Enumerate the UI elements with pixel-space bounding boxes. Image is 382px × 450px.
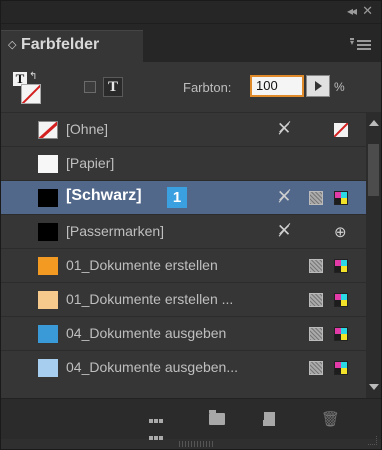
- process-color-icon: [309, 293, 323, 307]
- scroll-down-icon[interactable]: [369, 384, 379, 390]
- list-item[interactable]: [Passermarken] ✕̸ ⊕: [1, 214, 366, 248]
- swatch-name: [Schwarz]: [66, 187, 142, 204]
- list-item[interactable]: 01_Dokumente erstellen: [1, 248, 366, 282]
- swatch-chip: [38, 291, 58, 309]
- swatch-chip: [38, 257, 58, 275]
- panel-menu-icon[interactable]: ▾: [350, 38, 371, 50]
- tint-label: Farbton:: [183, 80, 232, 95]
- panel-tab-row: ◇ Farbfelder ▾: [1, 24, 381, 62]
- swatch-name: 01_Dokumente erstellen: [66, 257, 218, 273]
- formatting-text-button[interactable]: T: [103, 77, 123, 97]
- fill-stroke-selector[interactable]: T ↰: [13, 71, 41, 104]
- process-color-icon: [309, 361, 323, 375]
- cmyk-mode-icon: [334, 361, 348, 375]
- swatch-name: [Papier]: [66, 155, 115, 171]
- color-mode-none-icon: [334, 123, 348, 137]
- cmyk-mode-icon: [334, 293, 348, 307]
- close-panel-icon[interactable]: ✕: [362, 3, 373, 19]
- swatch-list: [Ohne] ✕̸ [Papier] [Schwarz] 1 ✕̸ [Passe…: [1, 112, 366, 398]
- list-item[interactable]: [Papier]: [1, 146, 366, 180]
- non-editable-icon: ✕̸: [277, 119, 292, 138]
- list-item[interactable]: 04_Dokumente ausgeben...: [1, 350, 366, 384]
- swatch-name: 04_Dokumente ausgeben...: [66, 359, 239, 375]
- swatch-none-icon: [38, 121, 58, 139]
- swatch-name: [Passermarken]: [66, 223, 165, 239]
- swatch-toolbar: T ↰ T Farbton: 100 %: [1, 62, 381, 112]
- list-scrollbar[interactable]: [366, 112, 381, 398]
- panel-titlebar: ◂◂ ✕: [1, 1, 381, 24]
- non-editable-icon: ✕̸: [277, 221, 292, 240]
- cmyk-mode-icon: [334, 191, 348, 205]
- process-color-icon: [309, 191, 323, 205]
- panel-resize-grip[interactable]: [179, 441, 215, 447]
- list-item[interactable]: 04_Dokumente ausgeben: [1, 316, 366, 350]
- process-color-icon: [309, 259, 323, 273]
- tab-farbfelder[interactable]: ◇ Farbfelder: [1, 30, 143, 62]
- swatch-name: 04_Dokumente ausgeben: [66, 325, 227, 341]
- show-swatch-kinds-icon[interactable]: [149, 411, 165, 440]
- resize-corner-icon[interactable]: [368, 436, 377, 445]
- stroke-none-icon[interactable]: [21, 84, 41, 104]
- swatch-chip: [38, 189, 58, 207]
- registration-icon: ⊕: [334, 224, 347, 241]
- swatch-chip: [38, 359, 58, 377]
- list-item[interactable]: [Ohne] ✕̸: [1, 112, 366, 146]
- cmyk-mode-icon: [334, 327, 348, 341]
- swap-fill-stroke-icon[interactable]: ↰: [29, 71, 37, 82]
- tint-input[interactable]: 100: [250, 75, 304, 97]
- new-swatch-icon[interactable]: [260, 412, 275, 426]
- tint-unit: %: [334, 80, 345, 94]
- delete-swatch-icon[interactable]: 🗑: [321, 410, 340, 428]
- swatch-chip: [38, 325, 58, 343]
- swatch-chip: [38, 155, 58, 173]
- panel-footer: 🗑: [1, 398, 381, 440]
- menu-arrow-icon: ▾: [350, 38, 355, 47]
- process-color-icon: [309, 327, 323, 341]
- swatch-name: [Ohne]: [66, 121, 109, 137]
- new-color-group-icon[interactable]: [209, 410, 225, 425]
- list-item[interactable]: 01_Dokumente erstellen ...: [1, 282, 366, 316]
- scroll-up-icon[interactable]: [369, 120, 379, 126]
- scroll-thumb[interactable]: [368, 144, 379, 196]
- swatches-panel: ◂◂ ✕ ◇ Farbfelder ▾ T ↰ T Farbton: 100 %…: [0, 0, 382, 450]
- cmyk-mode-icon: [334, 259, 348, 273]
- tab-label: Farbfelder: [21, 36, 100, 53]
- tab-expand-icon[interactable]: ◇: [8, 38, 16, 51]
- swatch-name: 01_Dokumente erstellen ...: [66, 291, 234, 307]
- list-item[interactable]: [Schwarz] 1 ✕̸: [1, 180, 366, 214]
- non-editable-icon: ✕̸: [277, 187, 292, 206]
- formatting-container-button[interactable]: [84, 81, 96, 93]
- swatch-chip: [38, 223, 58, 241]
- tint-slider-button[interactable]: [306, 75, 330, 97]
- callout-badge: 1: [167, 187, 187, 208]
- collapse-panel-icon[interactable]: ◂◂: [347, 4, 357, 18]
